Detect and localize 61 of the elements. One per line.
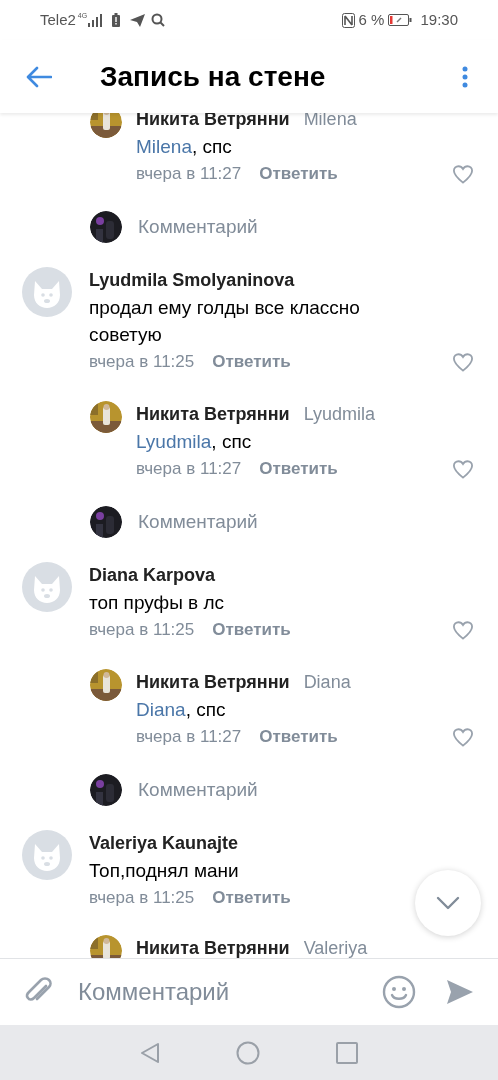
more-icon [462,65,468,88]
comment-time: вчера в 11:25 [89,887,195,909]
default-avatar-icon [22,267,72,317]
reply-link[interactable]: Ответить [212,616,291,643]
heart-icon[interactable] [452,726,474,747]
comment-time: вчера в 11:27 [136,726,242,748]
battery-percent: 6 % [358,9,385,30]
carrier-name: Tele2 [40,9,76,30]
chevron-down-icon [436,896,460,910]
comment-text: Diana, спс [136,698,227,722]
reply-link[interactable]: Ответить [259,455,338,482]
reply-to-name: Lyudmila [303,403,375,426]
back-arrow-icon [26,65,52,88]
nav-back-icon[interactable] [140,1041,160,1064]
author-name[interactable]: Lyudmila Smolyaninova [89,267,474,294]
comment-text: Milena, спс [136,135,233,159]
signal-icon [88,13,103,27]
author-name[interactable]: Никита Ветрянни [136,669,290,696]
mention-link[interactable]: Lyudmila [136,431,212,452]
reply-to-name: Diana [303,671,351,694]
clock: 19:30 [420,9,458,30]
page-title: Запись на стене [100,59,326,94]
heart-icon[interactable] [452,163,474,184]
heart-icon[interactable] [452,351,474,372]
default-avatar-icon [22,830,72,880]
heart-icon[interactable] [452,619,474,640]
send-icon[interactable] [446,978,474,1006]
comment-time: вчера в 11:25 [89,351,195,373]
comment-input[interactable]: Комментарий [78,974,382,1010]
reply-link[interactable]: Ответить [212,348,291,375]
heart-icon[interactable] [452,458,474,479]
default-avatar-icon [22,562,72,612]
send-icon [130,13,146,27]
comment-text: Lyudmila, спс [136,430,253,454]
mention-link[interactable]: Milena [136,136,192,157]
comment-text: продал ему голды все классно советую [89,296,361,347]
mention-link[interactable]: Diana [136,699,186,720]
nav-home-icon[interactable] [236,1040,260,1065]
comment-prompt[interactable]: Комментарий [138,212,258,242]
comment-text: топ пруфы в лс [89,591,226,615]
nav-recents-icon[interactable] [336,1041,358,1064]
author-name[interactable]: Никита Ветрянни [136,401,290,428]
reply-link[interactable]: Ответить [259,723,338,750]
reply-link[interactable]: Ответить [212,884,291,911]
search-icon [151,13,166,27]
reply-link[interactable]: Ответить [259,160,338,187]
comment-prompt[interactable]: Комментарий [138,507,258,537]
comment-time: вчера в 11:27 [136,163,242,185]
author-name[interactable]: Valeriya Kaunajte [89,830,474,857]
battery-icon [388,14,413,26]
comment-time: вчера в 11:27 [136,458,242,480]
author-name[interactable]: Diana Karpova [89,562,474,589]
comment-time: вчера в 11:25 [89,619,195,641]
battery-alert-icon [112,13,121,27]
comment-prompt[interactable]: Комментарий [138,775,258,805]
emoji-icon[interactable] [382,975,416,1009]
author-name[interactable]: Никита Ветрянни [136,935,290,958]
reply-to-name: Valeriya [303,937,368,958]
comment-text: Топ,поднял мани [89,859,240,883]
nfc-icon [341,12,355,28]
author-name[interactable]: Никита Ветрянни [136,113,290,133]
